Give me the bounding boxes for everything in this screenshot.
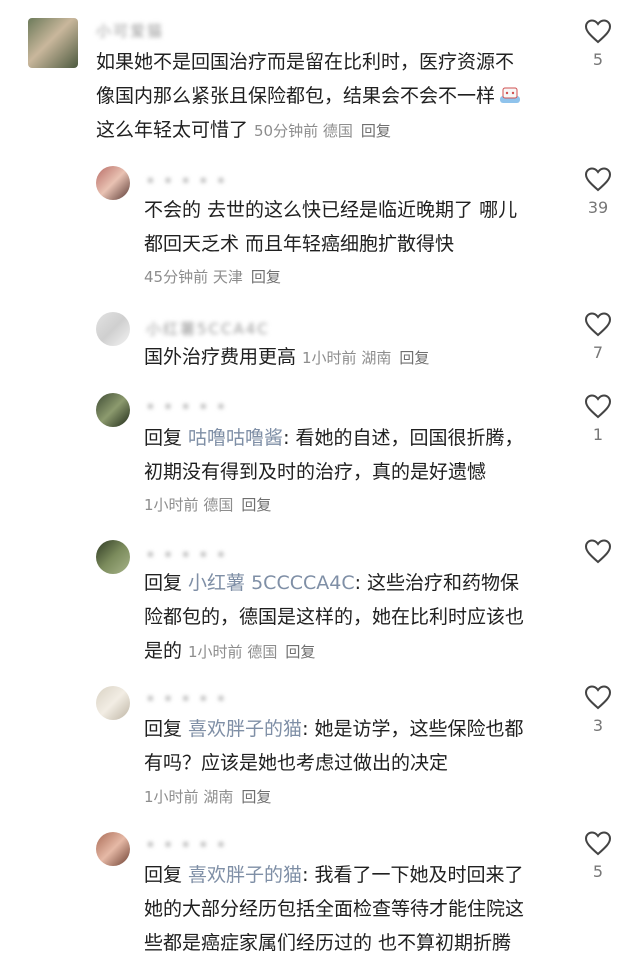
mention-link[interactable]: 喜欢胖子的猫	[188, 718, 302, 740]
location: 湖南	[203, 788, 234, 806]
reply-button[interactable]: 回复	[399, 349, 429, 367]
timestamp: 1小时前	[144, 496, 199, 514]
username[interactable]: 小红薯5CCA4C	[146, 318, 270, 339]
avatar[interactable]	[28, 18, 78, 68]
like-count: 1	[592, 425, 604, 444]
comment-meta: 1小时前 湖南 回复	[302, 349, 429, 367]
comment-line: 险都包的，德国是这样的，她在比利时应该也	[144, 606, 525, 628]
avatar[interactable]	[96, 312, 130, 346]
comment-line: 如果她不是回国治疗而是留在比利时，医疗资源不	[96, 51, 515, 73]
mention-link[interactable]: 小红薯 5CCCCA4C	[188, 572, 355, 594]
avatar[interactable]	[96, 686, 130, 720]
like-button[interactable]: 5	[580, 830, 616, 881]
heart-icon	[584, 19, 612, 44]
username[interactable]: • • • • •	[146, 836, 227, 854]
comment-line-text: : 她是访学，这些保险也都	[302, 718, 524, 740]
comment-meta: 50分钟前 德国 回复	[254, 122, 391, 140]
username[interactable]: • • • • •	[146, 690, 227, 708]
avatar[interactable]	[96, 540, 130, 574]
like-button[interactable]: 3	[580, 684, 616, 735]
mention-link[interactable]: 咕噜咕噜酱	[188, 427, 283, 449]
username[interactable]: • • • • •	[146, 172, 227, 190]
like-button[interactable]: 5	[580, 18, 616, 69]
reply-button[interactable]: 回复	[285, 643, 315, 661]
comment-line-text: : 我看了一下她及时回来了	[302, 864, 524, 886]
comment-line: 像国内那么紧张且保险都包，结果会不会不一样	[96, 79, 521, 113]
location: 德国	[247, 643, 278, 661]
timestamp: 1小时前	[188, 643, 243, 661]
location: 湖南	[361, 349, 392, 367]
heart-icon	[584, 685, 612, 710]
timestamp: 50分钟前	[254, 122, 319, 140]
comment-text: 不会的 去世的这么快已经是临近晚期了 哪儿 都回天乏术 而且年轻癌细胞扩散得快	[144, 193, 517, 261]
comment-line: 有吗？应该是她也考虑过做出的决定	[144, 752, 449, 774]
avatar[interactable]	[96, 393, 130, 427]
like-count: 5	[592, 862, 604, 881]
comment-text: 回复 喜欢胖子的猫: 我看了一下她及时回来了 她的大部分经历包括全面检查等待才能…	[144, 858, 524, 960]
timestamp: 1小时前	[144, 788, 199, 806]
reply-button[interactable]: 回复	[241, 788, 271, 806]
comment-line-text: 像国内那么紧张且保险都包，结果会不会不一样	[96, 85, 496, 107]
username[interactable]: 小可爱猫	[96, 20, 164, 41]
comment-line: 都回天乏术 而且年轻癌细胞扩散得快	[144, 233, 455, 255]
reply-button[interactable]: 回复	[241, 496, 271, 514]
comment-line-text: : 这些治疗和药物保	[354, 572, 520, 594]
reply-prefix: 回复	[144, 718, 189, 740]
reply-button[interactable]: 回复	[361, 122, 391, 140]
mention-link[interactable]: 喜欢胖子的猫	[188, 864, 302, 886]
comment-text: 如果她不是回国治疗而是留在比利时，医疗资源不 像国内那么紧张且保险都包，结果会不…	[96, 45, 521, 148]
like-count: 39	[587, 198, 609, 217]
comment-line: 不会的 去世的这么快已经是临近晚期了 哪儿	[144, 199, 518, 221]
comment-line: 国外治疗费用更高 1小时前 湖南 回复	[144, 340, 429, 375]
like-button[interactable]: 39	[580, 166, 616, 217]
like-button[interactable]: 7	[580, 311, 616, 362]
timestamp: 1小时前	[302, 349, 357, 367]
comment-meta: 1小时前 德国 回复	[188, 643, 315, 661]
party-emoji-icon	[499, 81, 521, 103]
comment-line-text: 这么年轻太可惜了	[96, 119, 249, 141]
comment-line-text: : 看她的自述，回国很折腾，	[283, 427, 524, 449]
comment-line: 她的大部分经历包括全面检查等待才能住院这	[144, 898, 525, 920]
comment-text: 回复 小红薯 5CCCCA4C: 这些治疗和药物保 险都包的，德国是这样的，她在…	[144, 566, 524, 669]
username[interactable]: • • • • •	[146, 398, 227, 416]
location: 天津	[212, 268, 243, 286]
reply-prefix: 回复	[144, 427, 189, 449]
like-button[interactable]	[580, 538, 616, 570]
timestamp: 45分钟前	[144, 268, 209, 286]
username[interactable]: • • • • •	[146, 546, 227, 564]
comment-text: 回复 咕噜咕噜酱: 看她的自述，回国很折腾， 初期没有得到及时的治疗，真的是好遗…	[144, 421, 524, 489]
comment-line: 初期没有得到及时的治疗，真的是好遗憾	[144, 461, 487, 483]
comment-text: 回复 喜欢胖子的猫: 她是访学，这些保险也都 有吗？应该是她也考虑过做出的决定	[144, 712, 524, 780]
heart-icon	[584, 539, 612, 564]
comment-text: 国外治疗费用更高 1小时前 湖南 回复	[144, 340, 429, 375]
comment-line-text: 是的	[144, 640, 183, 662]
like-count: 7	[592, 343, 604, 362]
comment-line: 回复 咕噜咕噜酱: 看她的自述，回国很折腾，	[144, 421, 524, 455]
heart-icon	[584, 831, 612, 856]
comment-line: 回复 小红薯 5CCCCA4C: 这些治疗和药物保	[144, 566, 524, 600]
heart-icon	[584, 312, 612, 337]
avatar[interactable]	[96, 832, 130, 866]
heart-icon	[584, 167, 612, 192]
comment-meta: 1小时前 湖南 回复	[144, 786, 271, 807]
comment-line: 回复 喜欢胖子的猫: 她是访学，这些保险也都	[144, 712, 524, 746]
like-count: 5	[592, 50, 604, 69]
location: 德国	[322, 122, 353, 140]
comment-line: 是的 1小时前 德国 回复	[144, 634, 524, 669]
like-count: 3	[592, 716, 604, 735]
comment-meta: 1小时前 德国 回复	[144, 494, 271, 515]
reply-prefix: 回复	[144, 572, 189, 594]
comment-line: 这么年轻太可惜了 50分钟前 德国 回复	[96, 113, 521, 148]
comment-line: 些都是癌症家属们经历过的 也不算初期折腾	[144, 932, 512, 954]
reply-button[interactable]: 回复	[251, 268, 281, 286]
heart-icon	[584, 394, 612, 419]
comment-line: 回复 喜欢胖子的猫: 我看了一下她及时回来了	[144, 858, 524, 892]
comment-meta: 45分钟前 天津 回复	[144, 266, 281, 287]
reply-prefix: 回复	[144, 864, 189, 886]
avatar[interactable]	[96, 166, 130, 200]
comment-line-text: 国外治疗费用更高	[144, 346, 297, 368]
location: 德国	[203, 496, 234, 514]
like-button[interactable]: 1	[580, 393, 616, 444]
